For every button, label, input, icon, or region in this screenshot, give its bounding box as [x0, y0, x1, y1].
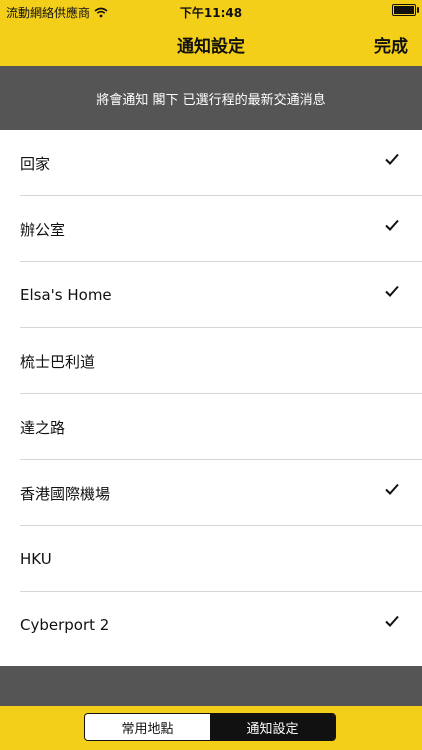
navigation-bar: 通知設定 完成	[0, 22, 422, 66]
check-icon	[385, 615, 399, 627]
list-item-label: Elsa's Home	[20, 286, 112, 304]
list-item-label: 達之路	[20, 418, 66, 437]
list-item[interactable]: 香港國際機場	[0, 460, 422, 526]
check-icon	[385, 483, 399, 495]
list-item-label: 辦公室	[20, 220, 66, 239]
list-item-label: HKU	[20, 550, 52, 568]
list-item[interactable]: Elsa's Home	[0, 262, 422, 328]
location-list: 回家辦公室 Elsa's Home 梳士巴利道達之路香港國際機場 HKU Cyberpo…	[0, 130, 422, 658]
status-time: 下午11:48	[179, 6, 243, 20]
status-bar: 流動網絡供應商 下午11:48	[0, 0, 422, 22]
list-item-label: 香港國際機場	[20, 484, 111, 503]
page-title: 通知設定	[177, 37, 245, 57]
status-right	[388, 4, 419, 16]
segmented-control: 常用地點 通知設定	[84, 713, 336, 741]
battery-fill	[394, 6, 414, 14]
tab-favorites[interactable]: 常用地點	[85, 714, 210, 740]
list-item[interactable]: 辦公室	[0, 196, 422, 262]
check-icon	[385, 285, 399, 297]
tab-bar: 常用地點 通知設定	[0, 706, 422, 750]
battery-icon	[392, 4, 419, 16]
list-item[interactable]: Cyberport 2	[0, 592, 422, 658]
list-item[interactable]: 梳士巴利道	[0, 328, 422, 394]
list-item[interactable]: HKU	[0, 526, 422, 592]
bottom-spacer	[0, 666, 422, 706]
list-item-label: 梳士巴利道	[20, 352, 96, 371]
list-item-label: Cyberport 2	[20, 616, 110, 634]
list-item-label: 回家	[20, 154, 51, 173]
info-banner: 將會通知 閣下 已選行程的最新交通消息	[0, 66, 422, 130]
check-icon	[385, 153, 399, 165]
check-icon	[385, 219, 399, 231]
banner-text: 將會通知 閣下 已選行程的最新交通消息	[96, 92, 326, 108]
done-button[interactable]: 完成	[374, 32, 408, 57]
list-item[interactable]: 達之路	[0, 394, 422, 460]
tab-notifications[interactable]: 通知設定	[210, 714, 335, 740]
list-item[interactable]: 回家	[0, 130, 422, 196]
